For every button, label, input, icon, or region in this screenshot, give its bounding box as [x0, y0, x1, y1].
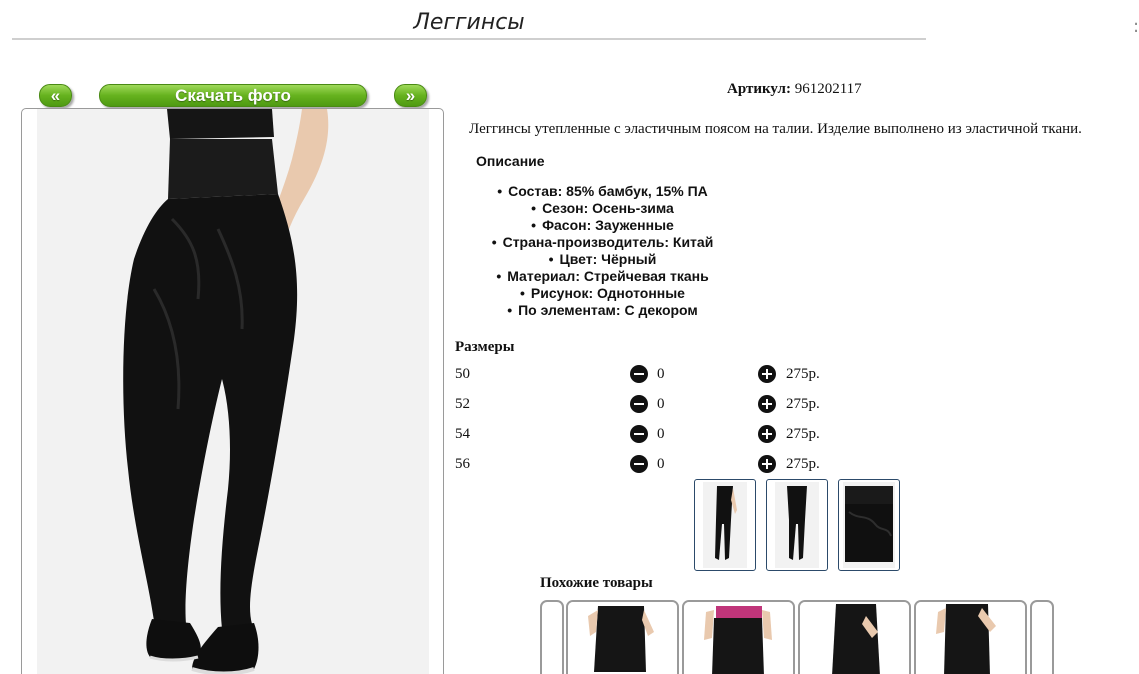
page-title: Леггинсы [12, 8, 926, 40]
minus-circle-icon[interactable] [630, 365, 648, 383]
property-item: Страна-производитель: Китай [455, 234, 750, 251]
size-row: 56 0 275р. [455, 454, 855, 476]
size-row: 50 0 275р. [455, 364, 855, 386]
size-price: 275р. [786, 396, 820, 412]
similar-scroll-left[interactable] [540, 600, 564, 674]
property-item: По элементам: С декором [455, 302, 750, 319]
article-value: 961202117 [794, 81, 862, 97]
plus-circle-icon[interactable] [758, 365, 776, 383]
quantity-value: 0 [657, 426, 665, 442]
plus-circle-icon[interactable] [758, 395, 776, 413]
property-item: Состав: 85% бамбук, 15% ПА [455, 183, 750, 200]
size-price: 275р. [786, 456, 820, 472]
next-photo-button[interactable]: » [394, 84, 427, 107]
size-row: 52 0 275р. [455, 394, 855, 416]
property-item: Сезон: Осень-зима [455, 200, 750, 217]
size-value: 54 [455, 426, 470, 442]
size-value: 52 [455, 396, 470, 412]
photo-thumbnail[interactable] [766, 479, 828, 571]
main-photo[interactable] [21, 108, 444, 674]
quantity-value: 0 [657, 396, 665, 412]
size-value: 56 [455, 456, 470, 472]
article-label: Артикул: [727, 81, 791, 97]
size-price: 275р. [786, 366, 820, 382]
photo-thumbnail[interactable] [838, 479, 900, 571]
plus-circle-icon[interactable] [758, 425, 776, 443]
size-row: 54 0 275р. [455, 424, 855, 446]
sizes-heading: Размеры [455, 339, 515, 355]
property-item: Фасон: Зауженные [455, 217, 750, 234]
property-item: Материал: Стрейчевая ткань [455, 268, 750, 285]
article-line: Артикул: 961202117 [727, 81, 862, 98]
prev-photo-button[interactable]: « [39, 84, 72, 107]
similar-item[interactable] [682, 600, 795, 674]
similar-item[interactable] [566, 600, 679, 674]
description-heading: Описание [476, 153, 545, 169]
similar-item[interactable] [914, 600, 1027, 674]
photo-thumbnail[interactable] [694, 479, 756, 571]
minus-circle-icon[interactable] [630, 425, 648, 443]
property-item: Рисунок: Однотонные [455, 285, 750, 302]
size-price: 275р. [786, 426, 820, 442]
minus-circle-icon[interactable] [630, 455, 648, 473]
leggings-photo-illustration [123, 109, 329, 674]
edge-scroll-mark: : [1133, 16, 1139, 37]
quantity-value: 0 [657, 366, 665, 382]
product-description: Леггинсы утепленные с эластичным поясом … [469, 121, 1082, 137]
similar-scroll-right[interactable] [1030, 600, 1054, 674]
similar-heading: Похожие товары [540, 575, 653, 591]
similar-item[interactable] [798, 600, 911, 674]
quantity-value: 0 [657, 456, 665, 472]
properties-list: Состав: 85% бамбук, 15% ПА Сезон: Осень-… [455, 183, 750, 319]
plus-circle-icon[interactable] [758, 455, 776, 473]
download-photo-button[interactable]: Скачать фото [99, 84, 367, 107]
size-value: 50 [455, 366, 470, 382]
minus-circle-icon[interactable] [630, 395, 648, 413]
property-item: Цвет: Чёрный [455, 251, 750, 268]
